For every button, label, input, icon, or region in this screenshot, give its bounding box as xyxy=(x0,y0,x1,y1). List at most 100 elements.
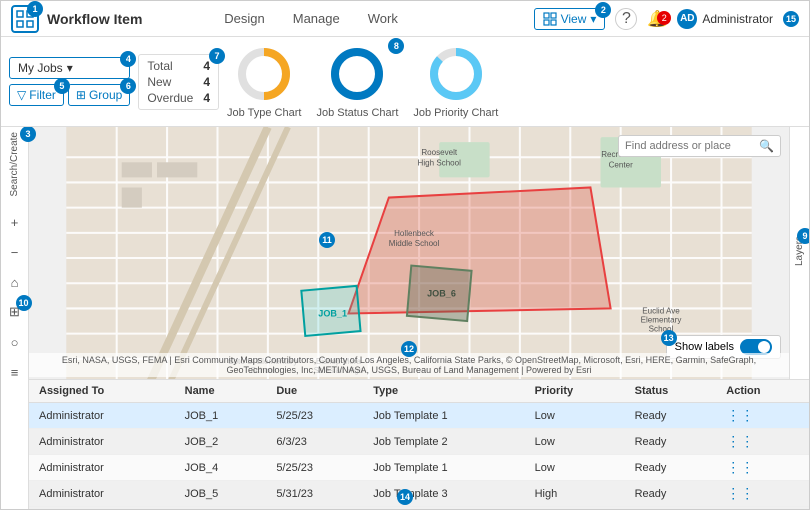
cell-type: Job Template 1 xyxy=(363,455,524,481)
cell-status: Ready xyxy=(625,455,717,481)
col-status: Status xyxy=(625,380,717,403)
header: 1 Workflow Item Design Manage Work View … xyxy=(1,1,809,37)
col-priority: Priority xyxy=(525,380,625,403)
map-search-input[interactable] xyxy=(625,140,755,152)
show-labels-text: Show labels xyxy=(675,341,734,353)
col-name: Name xyxy=(175,380,267,403)
cell-name: JOB_1 xyxy=(175,403,267,429)
overdue-value: 4 xyxy=(203,91,210,105)
svg-text:Center: Center xyxy=(609,160,633,169)
user-menu[interactable]: AD Administrator xyxy=(677,9,773,29)
group-label: Group xyxy=(89,88,122,102)
total-value: 4 xyxy=(203,59,210,73)
nav-work[interactable]: Work xyxy=(364,9,402,28)
badge-11: 11 xyxy=(319,232,335,248)
badge-7: 7 xyxy=(209,48,225,64)
job-priority-chart-label: Job Priority Chart xyxy=(413,107,498,119)
chart-area: Job Type Chart Job Status Chart 8 xyxy=(227,44,801,119)
new-value: 4 xyxy=(203,75,210,89)
svg-text:Middle School: Middle School xyxy=(389,239,440,248)
header-right: View ▾ 2 ? 🔔 2 AD Administrator 15 xyxy=(534,8,799,30)
zoom-minus-icon[interactable]: − xyxy=(4,241,26,263)
content-area: JOB_1 JOB_6 Hollenbeck Middle School Roo… xyxy=(29,127,809,509)
cell-assigned: Administrator xyxy=(29,429,175,455)
badge-14: 14 xyxy=(397,489,413,505)
left-sidebar: Search/Create 3 + − ⌂ ⊞ 10 ○ ≡ xyxy=(1,127,29,509)
cell-type: Job Template 1 xyxy=(363,403,524,429)
help-button[interactable]: ? xyxy=(615,8,637,30)
right-sidebar: Layers 9 xyxy=(789,127,809,379)
badge-1: 1 xyxy=(27,1,43,17)
job-status-chart: Job Status Chart xyxy=(316,44,398,119)
cell-assigned: Administrator xyxy=(29,455,175,481)
job-status-chart-label: Job Status Chart xyxy=(316,107,398,119)
cell-assigned: Administrator xyxy=(29,481,175,507)
table-row[interactable]: Administrator JOB_1 5/25/23 Job Template… xyxy=(29,403,809,429)
cell-assigned: Administrator xyxy=(29,403,175,429)
badge-13: 13 xyxy=(661,330,677,346)
map-search-bar: 🔍 xyxy=(618,135,781,157)
svg-text:Hollenbeck: Hollenbeck xyxy=(394,229,435,238)
basemap-icon[interactable]: ○ xyxy=(4,331,26,353)
cell-status: Ready xyxy=(625,403,717,429)
app-container: 1 Workflow Item Design Manage Work View … xyxy=(0,0,810,510)
action-icon[interactable]: ⋮⋮ xyxy=(726,433,754,449)
cell-type: Job Template 3 xyxy=(363,481,524,507)
filter-label: Filter xyxy=(29,88,56,102)
action-icon[interactable]: ⋮⋮ xyxy=(726,485,754,501)
cell-action[interactable]: ⋮⋮ xyxy=(716,481,809,507)
action-icon[interactable]: ⋮⋮ xyxy=(726,407,754,423)
col-assigned: Assigned To xyxy=(29,380,175,403)
jobs-controls: My Jobs ▾ 4 ▽ Filter 5 ⊞ Group xyxy=(9,57,130,106)
col-due: Due xyxy=(266,380,363,403)
home-icon[interactable]: ⌂ xyxy=(4,271,26,293)
map-container[interactable]: JOB_1 JOB_6 Hollenbeck Middle School Roo… xyxy=(29,127,789,379)
badge-8: 8 xyxy=(388,38,404,54)
app-logo: 1 xyxy=(11,5,39,33)
badge-12: 12 xyxy=(401,341,417,357)
notifications-button[interactable]: 🔔 2 xyxy=(647,9,667,29)
job-priority-chart: Job Priority Chart xyxy=(413,44,498,119)
table-row[interactable]: Administrator JOB_5 5/31/23 Job Template… xyxy=(29,481,809,507)
toolbar: My Jobs ▾ 4 ▽ Filter 5 ⊞ Group xyxy=(1,37,809,127)
view-button-wrapper: View ▾ 2 xyxy=(534,8,606,30)
cell-name: JOB_5 xyxy=(175,481,267,507)
cell-priority: Low xyxy=(525,429,625,455)
col-type: Type xyxy=(363,380,524,403)
nav-design[interactable]: Design xyxy=(220,9,268,28)
search-create-label[interactable]: Search/Create xyxy=(9,132,20,196)
user-avatar: AD xyxy=(677,9,697,29)
action-icon[interactable]: ⋮⋮ xyxy=(726,459,754,475)
table-row[interactable]: Administrator JOB_2 6/3/23 Job Template … xyxy=(29,429,809,455)
svg-text:JOB_1: JOB_1 xyxy=(318,309,347,319)
cell-status: Ready xyxy=(625,429,717,455)
cell-action[interactable]: ⋮⋮ xyxy=(716,403,809,429)
cell-priority: High xyxy=(525,481,625,507)
map-search-icon[interactable]: 🔍 xyxy=(759,139,774,153)
cell-priority: Low xyxy=(525,403,625,429)
nav-bar: Design Manage Work xyxy=(220,9,402,28)
zoom-plus-icon[interactable]: + xyxy=(4,211,26,233)
cell-due: 5/25/23 xyxy=(266,455,363,481)
badge-6: 6 xyxy=(120,78,136,94)
badge-15: 15 xyxy=(783,11,799,27)
view-label: View xyxy=(561,12,587,26)
badge-4: 4 xyxy=(120,51,136,67)
job-type-chart-label: Job Type Chart xyxy=(227,107,301,119)
cell-due: 6/3/23 xyxy=(266,429,363,455)
cell-action[interactable]: ⋮⋮ xyxy=(716,455,809,481)
svg-text:High School: High School xyxy=(418,158,462,167)
my-jobs-dropdown[interactable]: My Jobs ▾ xyxy=(9,57,130,79)
cell-name: JOB_4 xyxy=(175,455,267,481)
badge-5: 5 xyxy=(54,78,70,94)
cell-action[interactable]: ⋮⋮ xyxy=(716,429,809,455)
cell-priority: Low xyxy=(525,455,625,481)
svg-text:Elementary: Elementary xyxy=(641,316,682,325)
nav-manage[interactable]: Manage xyxy=(289,9,344,28)
job-type-chart: Job Type Chart xyxy=(227,44,301,119)
svg-text:JOB_6: JOB_6 xyxy=(427,288,456,298)
table-row[interactable]: Administrator JOB_4 5/25/23 Job Template… xyxy=(29,455,809,481)
svg-text:Roosevelt: Roosevelt xyxy=(421,148,458,157)
cell-status: Ready xyxy=(625,481,717,507)
legend-icon[interactable]: ≡ xyxy=(4,361,26,383)
